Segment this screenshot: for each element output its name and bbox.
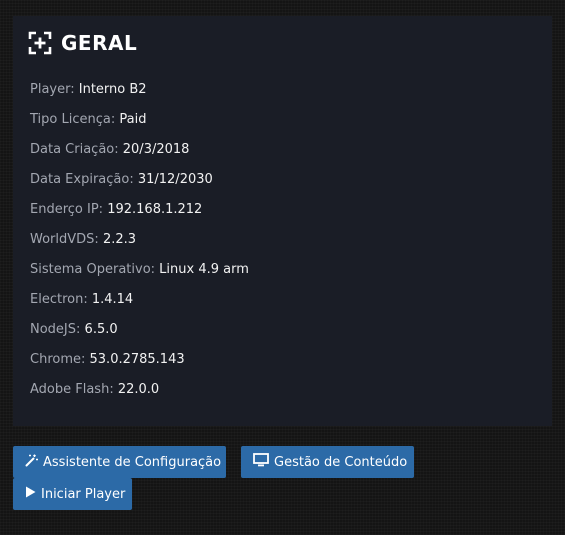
info-value: 192.168.1.212: [107, 202, 203, 217]
content-management-label: Gestão de Conteúdo: [274, 454, 408, 470]
info-value: 53.0.2785.143: [89, 352, 185, 367]
info-row-expiration-date: Data Expiração: 31/12/2030: [30, 170, 249, 200]
info-value: Paid: [119, 112, 147, 127]
info-label: Tipo Licença:: [30, 112, 116, 127]
info-row-worldvds: WorldVDS: 2.2.3: [30, 230, 249, 260]
general-info-panel: GERAL Player: Interno B2 Tipo Licença: P…: [13, 16, 552, 426]
info-label: Electron:: [30, 292, 88, 307]
expand-plus-icon: [28, 31, 52, 55]
info-label: NodeJS:: [30, 322, 81, 337]
info-value: 1.4.14: [91, 292, 134, 307]
panel-title: GERAL: [61, 31, 138, 55]
info-row-license-type: Tipo Licença: Paid: [30, 110, 249, 140]
info-value: 6.5.0: [84, 322, 118, 337]
info-row-adobe-flash: Adobe Flash: 22.0.0: [30, 380, 249, 410]
info-row-nodejs: NodeJS: 6.5.0: [30, 320, 249, 350]
panel-header: GERAL: [28, 29, 137, 57]
magic-wand-icon: [25, 454, 38, 471]
info-label: Adobe Flash:: [30, 382, 114, 397]
content-management-button[interactable]: Gestão de Conteúdo: [241, 446, 414, 478]
start-player-button[interactable]: Iniciar Player: [13, 478, 132, 510]
info-label: Data Criação:: [30, 142, 119, 157]
info-value: 31/12/2030: [137, 172, 213, 187]
info-value: Interno B2: [78, 82, 147, 97]
info-value: Linux 4.9 arm: [159, 262, 249, 277]
info-value: 2.2.3: [102, 232, 137, 247]
info-row-ip-address: Enderço IP: 192.168.1.212: [30, 200, 249, 230]
info-label: Data Expiração:: [30, 172, 134, 187]
info-label: Sistema Operativo:: [30, 262, 156, 277]
info-row-electron: Electron: 1.4.14: [30, 290, 249, 320]
monitor-icon: [253, 453, 269, 471]
info-label: Player:: [30, 82, 75, 97]
info-row-operating-system: Sistema Operativo: Linux 4.9 arm: [30, 260, 249, 290]
info-row-creation-date: Data Criação: 20/3/2018: [30, 140, 249, 170]
info-row-player: Player: Interno B2: [30, 80, 249, 110]
info-label: WorldVDS:: [30, 232, 99, 247]
info-label: Enderço IP:: [30, 202, 104, 217]
info-value: 20/3/2018: [122, 142, 190, 157]
play-icon: [25, 486, 36, 502]
info-label: Chrome:: [30, 352, 86, 367]
start-player-label: Iniciar Player: [41, 486, 126, 502]
info-value: 22.0.0: [117, 382, 160, 397]
setup-wizard-button[interactable]: Assistente de Configuração: [13, 446, 226, 478]
setup-wizard-label: Assistente de Configuração: [43, 454, 222, 470]
info-list: Player: Interno B2 Tipo Licença: Paid Da…: [30, 80, 249, 410]
info-row-chrome: Chrome: 53.0.2785.143: [30, 350, 249, 380]
